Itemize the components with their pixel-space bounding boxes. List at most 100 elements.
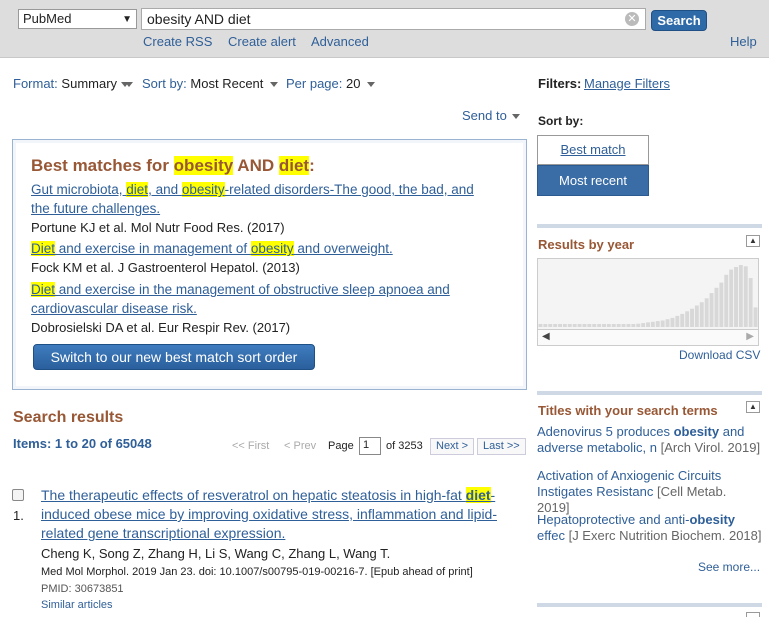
search-input[interactable]: obesity AND diet ✕: [141, 8, 646, 30]
create-rss-link[interactable]: Create RSS: [143, 34, 212, 49]
page-total: of 3253: [386, 440, 423, 452]
year-bar[interactable]: [548, 324, 553, 327]
year-bar[interactable]: [606, 324, 611, 327]
heading-part: AND: [233, 156, 279, 175]
related-title-3[interactable]: Hepatoprotective and anti-obesity effec …: [537, 512, 762, 544]
year-bar[interactable]: [587, 324, 592, 327]
results-by-year-bar: [537, 224, 762, 228]
related-title-1[interactable]: Adenovirus 5 produces obesity and advers…: [537, 424, 762, 456]
year-histogram[interactable]: ◀ ▶: [537, 258, 759, 346]
year-bar[interactable]: [543, 324, 548, 327]
scroll-right-icon[interactable]: ▶: [746, 331, 754, 342]
year-bar[interactable]: [714, 287, 719, 327]
send-to-menu[interactable]: Send to: [462, 108, 507, 123]
clear-icon[interactable]: ✕: [625, 12, 639, 26]
format-chevron-down-icon[interactable]: [121, 76, 133, 91]
results-by-year-title: Results by year: [538, 237, 635, 252]
year-bar[interactable]: [577, 324, 582, 327]
similar-articles-link[interactable]: Similar articles: [41, 599, 113, 611]
year-bar[interactable]: [602, 324, 606, 327]
year-bar[interactable]: [646, 322, 650, 327]
year-bar[interactable]: [738, 265, 743, 327]
help-link[interactable]: Help: [730, 34, 757, 49]
best-match-title-1-line2[interactable]: the future challenges.: [31, 201, 160, 216]
best-match-title-3[interactable]: Diet and exercise in the management of o…: [31, 282, 450, 297]
year-bar[interactable]: [709, 293, 714, 327]
database-select[interactable]: PubMed ▼: [18, 9, 137, 29]
download-csv-link[interactable]: Download CSV: [679, 348, 760, 362]
manage-filters-link[interactable]: Manage Filters: [584, 76, 670, 91]
year-bar[interactable]: [641, 323, 646, 327]
year-bar[interactable]: [558, 324, 562, 327]
year-bar[interactable]: [562, 324, 567, 327]
best-match-title-2[interactable]: Diet and exercise in management of obesi…: [31, 241, 393, 256]
sort-chevron-down-icon[interactable]: [266, 76, 278, 91]
year-bar[interactable]: [572, 324, 577, 327]
search-button[interactable]: Search: [651, 10, 707, 31]
year-bar[interactable]: [665, 319, 670, 327]
year-bar[interactable]: [611, 324, 616, 327]
year-bar[interactable]: [621, 324, 626, 327]
year-bar[interactable]: [636, 323, 641, 327]
advanced-link[interactable]: Advanced: [311, 34, 369, 49]
year-bar[interactable]: [592, 324, 597, 327]
year-bar[interactable]: [704, 298, 709, 327]
year-bar[interactable]: [538, 324, 543, 327]
result-title-line3[interactable]: related gene transcriptional expression.: [41, 525, 285, 541]
sort-control[interactable]: Sort by: Most Recent: [142, 76, 263, 91]
year-bar[interactable]: [567, 324, 572, 327]
year-bar[interactable]: [631, 324, 636, 327]
year-bar[interactable]: [694, 305, 699, 328]
year-bar[interactable]: [660, 320, 665, 328]
switch-sort-order-button[interactable]: Switch to our new best match sort order: [33, 344, 315, 370]
year-bar[interactable]: [655, 321, 660, 327]
collapse-icon[interactable]: ▲: [746, 235, 760, 247]
year-bar[interactable]: [582, 324, 587, 327]
year-bar[interactable]: [753, 307, 758, 327]
format-control[interactable]: Format: Summary: [13, 76, 129, 91]
last-page-button[interactable]: Last >>: [477, 438, 526, 455]
year-bar[interactable]: [734, 267, 738, 327]
year-bar[interactable]: [670, 317, 675, 327]
first-page-link[interactable]: << First: [232, 440, 269, 452]
year-bar[interactable]: [685, 311, 690, 327]
year-bar[interactable]: [690, 308, 694, 327]
year-bar[interactable]: [553, 324, 558, 327]
year-bar[interactable]: [748, 278, 753, 327]
create-alert-link[interactable]: Create alert: [228, 34, 296, 49]
best-match-sort-button[interactable]: Best match: [537, 135, 649, 165]
next-page-button[interactable]: Next >: [430, 438, 475, 455]
best-match-title-1[interactable]: Gut microbiota, diet, and obesity-relate…: [31, 182, 474, 197]
result-checkbox[interactable]: [12, 489, 24, 501]
most-recent-sort-button[interactable]: Most recent: [537, 165, 649, 196]
collapse-icon[interactable]: ▲: [746, 401, 760, 413]
prev-page-link[interactable]: < Prev: [284, 440, 316, 452]
heading-term: diet: [278, 156, 310, 175]
year-bar[interactable]: [743, 266, 748, 327]
year-bar[interactable]: [597, 324, 602, 327]
year-bar[interactable]: [724, 274, 729, 327]
per-page-control[interactable]: Per page: 20: [286, 76, 360, 91]
see-more-link[interactable]: See more...: [698, 560, 760, 574]
send-to-chevron-down-icon[interactable]: [508, 108, 520, 123]
best-match-title-3-line2[interactable]: cardiovascular disease risk.: [31, 301, 197, 316]
heading-part: Best matches for: [31, 156, 174, 175]
title-source: [Arch Virol. 2019]: [660, 440, 761, 455]
title-part: -related disorders-The good, the bad, an…: [224, 182, 474, 197]
year-bar[interactable]: [616, 324, 621, 327]
result-title-line2[interactable]: induced obese mice by improving oxidativ…: [41, 506, 497, 522]
histogram-scrollbar[interactable]: ◀ ▶: [538, 329, 758, 345]
related-title-2[interactable]: Activation of Anxiogenic Circuits Instig…: [537, 468, 762, 516]
year-bar[interactable]: [719, 282, 724, 327]
year-bar[interactable]: [675, 315, 680, 327]
collapse-icon[interactable]: [746, 612, 760, 617]
scroll-left-icon[interactable]: ◀: [542, 331, 550, 342]
per-page-chevron-down-icon[interactable]: [363, 76, 375, 91]
year-bar[interactable]: [729, 269, 734, 327]
year-bar[interactable]: [699, 302, 704, 327]
result-title[interactable]: The therapeutic effects of resveratrol o…: [41, 487, 495, 503]
year-bar[interactable]: [680, 313, 685, 327]
year-bar[interactable]: [650, 321, 655, 327]
page-number-input[interactable]: 1: [359, 437, 381, 455]
year-bar[interactable]: [626, 324, 631, 327]
